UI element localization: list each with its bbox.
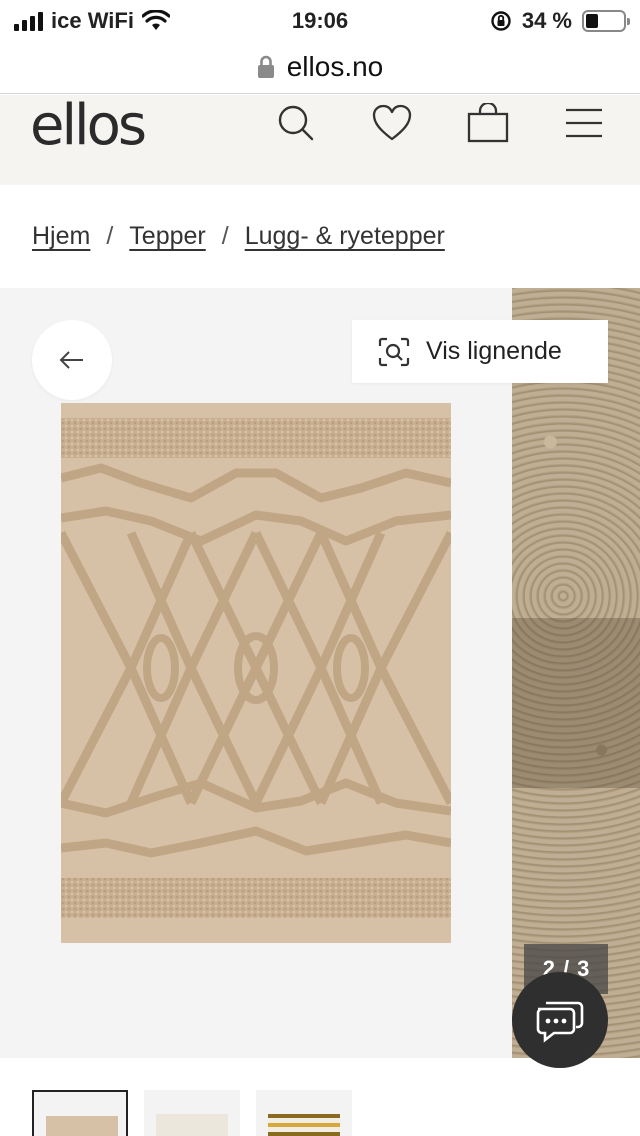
battery-percent: 34 % <box>521 8 572 33</box>
lock-icon <box>257 55 274 78</box>
product-gallery[interactable]: Vis lignende 2 / 3 <box>0 288 640 1058</box>
breadcrumb: Hjem / Tepper / Lugg- & ryetepper <box>32 222 445 251</box>
chat-button[interactable] <box>512 972 608 1068</box>
ellos-logo[interactable]: ellos <box>30 93 147 158</box>
battery-icon <box>582 10 630 32</box>
status-right: 34 % <box>490 8 630 34</box>
thumbnail-strip <box>32 1090 352 1136</box>
thumbnail-beige-rug[interactable] <box>32 1090 128 1136</box>
previous-image-button[interactable] <box>32 320 112 400</box>
arrow-left-icon <box>59 351 83 369</box>
breadcrumb-home[interactable]: Hjem <box>32 222 90 251</box>
site-header: ellos <box>0 93 640 185</box>
breadcrumb-separator: / <box>106 222 114 250</box>
show-similar-button[interactable]: Vis lignende <box>352 320 608 383</box>
thumbnail-white-rug[interactable] <box>144 1090 240 1136</box>
chat-icon <box>536 1001 584 1043</box>
product-image-rug[interactable] <box>57 403 455 943</box>
url-domain: ellos.no <box>286 50 384 82</box>
url-bar[interactable]: ellos.no <box>0 40 640 94</box>
heart-icon[interactable] <box>370 101 414 145</box>
breadcrumb-separator: / <box>221 222 229 250</box>
next-slide-image[interactable] <box>512 288 640 1058</box>
status-bar: ice WiFi 19:06 34 % <box>0 0 640 40</box>
breadcrumb-rugs[interactable]: Tepper <box>129 222 205 251</box>
rotation-lock-icon <box>491 11 511 31</box>
show-similar-label: Vis lignende <box>426 337 562 365</box>
bag-icon[interactable] <box>466 101 510 145</box>
menu-icon[interactable] <box>562 101 606 145</box>
breadcrumb-shag-rugs[interactable]: Lugg- & ryetepper <box>245 222 445 251</box>
visual-search-icon <box>378 337 410 366</box>
search-icon[interactable] <box>274 101 318 145</box>
thumbnail-striped-rug[interactable] <box>256 1090 352 1136</box>
